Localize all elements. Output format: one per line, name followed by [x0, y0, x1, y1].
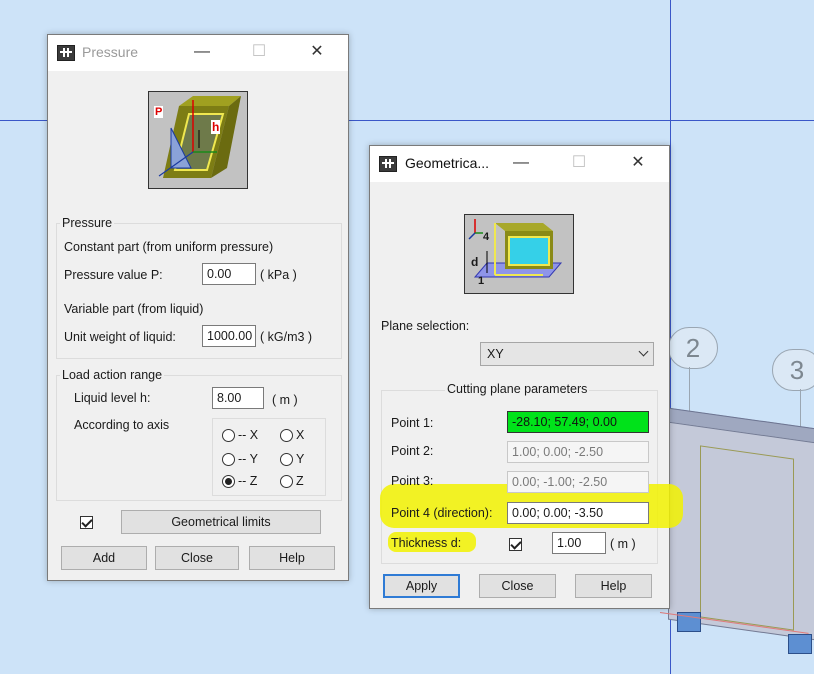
unit-weight-unit: ( kG/m3 )	[260, 330, 313, 344]
maximize-icon: ☐	[251, 43, 267, 60]
thickness-unit: ( m )	[610, 537, 636, 551]
plane-diagram: 4 d 1	[464, 214, 574, 294]
plane-selection-dropdown[interactable]: XY	[480, 342, 654, 366]
thickness-input[interactable]: 1.00	[552, 532, 606, 554]
radio-z-label: Z	[296, 474, 304, 488]
help-button[interactable]: Help	[575, 574, 652, 598]
axis-label: According to axis	[74, 418, 170, 432]
diagram-label-p: P	[154, 106, 164, 118]
pressure-value-label: Pressure value P:	[64, 268, 163, 282]
point3-label: Point 3:	[391, 474, 434, 488]
radio-x[interactable]	[280, 429, 293, 442]
help-button[interactable]: Help	[249, 546, 335, 570]
radio-minus-x[interactable]	[222, 429, 235, 442]
axis-label-3: 3	[772, 349, 814, 391]
minimize-icon[interactable]: —	[193, 43, 211, 61]
variable-part-label: Variable part (from liquid)	[64, 302, 204, 316]
point2-label: Point 2:	[391, 444, 434, 458]
plane-selection-label: Plane selection:	[381, 319, 470, 333]
geometry-dialog: Geometrica... — ☐ ✕ 4 d 1 Plane selectio…	[369, 145, 683, 609]
geometry-titlebar[interactable]: Geometrica... — ☐ ✕	[370, 146, 669, 182]
wall-panel	[700, 445, 794, 631]
radio-minus-z[interactable]	[222, 475, 235, 488]
thickness-label: Thickness d:	[391, 536, 462, 550]
pressure-diagram-graphic	[158, 96, 241, 178]
point4-input[interactable]: 0.00; 0.00; -3.50	[507, 502, 649, 524]
support-foot	[788, 634, 812, 654]
radio-z[interactable]	[280, 475, 293, 488]
pressure-diagram: P h	[148, 91, 248, 189]
liquid-level-label: Liquid level h:	[74, 391, 151, 405]
close-icon[interactable]: ✕	[629, 154, 647, 172]
liquid-level-input[interactable]: 8.00	[212, 387, 264, 409]
diagram-label-1: 1	[478, 275, 485, 287]
plane-selection-value: XY	[487, 347, 504, 361]
radio-minus-y-label: -- Y	[238, 452, 258, 466]
point3-input[interactable]: 0.00; -1.00; -2.50	[507, 471, 649, 493]
close-button[interactable]: Close	[479, 574, 556, 598]
radio-x-label: X	[296, 428, 305, 442]
apply-button[interactable]: Apply	[383, 574, 460, 598]
liquid-level-unit: ( m )	[272, 393, 298, 407]
point1-label: Point 1:	[391, 416, 434, 430]
constant-part-label: Constant part (from uniform pressure)	[64, 240, 274, 254]
radio-minus-z-label: -- Z	[238, 474, 258, 488]
close-icon[interactable]: ✕	[308, 43, 326, 61]
close-button[interactable]: Close	[155, 546, 239, 570]
radio-minus-y[interactable]	[222, 453, 235, 466]
app-icon	[57, 45, 75, 61]
load-range-label: Load action range	[60, 368, 165, 382]
point1-input[interactable]: -28.10; 57.49; 0.00	[507, 411, 649, 433]
thickness-checkbox[interactable]	[509, 538, 522, 551]
unit-weight-label: Unit weight of liquid:	[64, 330, 176, 344]
axis-label-2: 2	[668, 327, 718, 369]
add-button[interactable]: Add	[61, 546, 147, 570]
chevron-down-icon	[638, 346, 649, 357]
geometrical-limits-checkbox[interactable]	[80, 516, 93, 529]
unit-weight-input[interactable]: 1000.00	[202, 325, 256, 347]
point2-input[interactable]: 1.00; 0.00; -2.50	[507, 441, 649, 463]
radio-minus-x-label: -- X	[238, 428, 259, 442]
diagram-label-h: h	[211, 120, 221, 134]
diagram-label-d: d	[471, 255, 479, 269]
radio-y[interactable]	[280, 453, 293, 466]
pressure-titlebar[interactable]: Pressure — ☐ ✕	[48, 35, 348, 71]
diagram-label-4: 4	[483, 231, 490, 243]
geometrical-limits-button[interactable]: Geometrical limits	[121, 510, 321, 534]
radio-y-label: Y	[296, 452, 305, 466]
dialog-title: Geometrica...	[405, 155, 490, 171]
app-icon	[379, 156, 397, 172]
pressure-value-input[interactable]: 0.00	[202, 263, 256, 285]
point4-label: Point 4 (direction):	[391, 506, 493, 520]
pressure-group-label: Pressure	[60, 216, 115, 230]
pressure-unit: ( kPa )	[260, 268, 297, 282]
pressure-dialog: Pressure — ☐ ✕ P h Pressure Constant par…	[47, 34, 349, 581]
cutting-plane-label: Cutting plane parameters	[445, 382, 590, 396]
dialog-title: Pressure	[82, 44, 139, 60]
maximize-icon: ☐	[571, 154, 587, 171]
minimize-icon[interactable]: —	[512, 154, 530, 172]
